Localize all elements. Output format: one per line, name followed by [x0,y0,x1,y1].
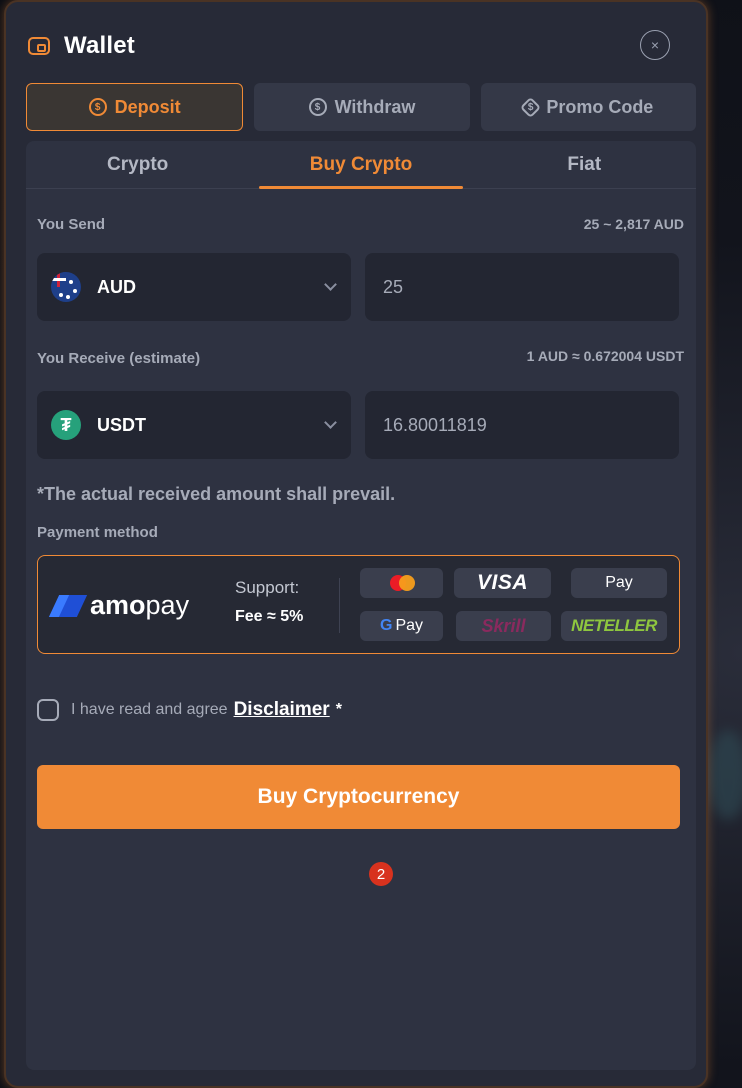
chevron-down-icon [324,416,337,429]
tab-withdraw-label: Withdraw [334,96,416,117]
chevron-down-icon [324,278,337,291]
google-g-icon: G [379,617,393,634]
australia-flag-icon [51,272,81,302]
neteller-logo: NETELLER [571,616,657,635]
send-range: 25 ~ 2,817 AUD [583,216,684,232]
receive-currency-select[interactable]: ₮ USDT [37,391,351,459]
payment-method-label: Payment method [37,524,158,541]
google-pay-label: Pay [395,617,424,634]
fee-label: Fee ≈ 5% [235,608,304,625]
background-glow [708,730,742,820]
receive-currency-code: USDT [97,414,146,435]
wallet-modal: Wallet × $ Deposit $ Withdraw $ Promo Co… [4,0,708,1088]
agree-checkbox[interactable] [37,699,59,721]
mastercard-badge [360,568,443,598]
send-currency-code: AUD [97,276,136,297]
visa-badge: VISA [454,568,551,598]
disclaimer-agreement: I have read and agree Disclaimer * [37,699,342,721]
apple-pay-badge: Pay [571,568,667,598]
payment-method-amopay[interactable]: amo pay Support: Fee ≈ 5% VISA Pay G Pay S… [37,555,680,654]
tether-icon: ₮ [51,410,81,440]
received-amount-note: *The actual received amount shall prevai… [37,484,396,504]
notification-badge[interactable]: 2 [369,862,393,886]
buy-cryptocurrency-button[interactable]: Buy Cryptocurrency [37,765,680,829]
deposit-sub-tabs: Crypto Buy Crypto Fiat [26,141,696,189]
exchange-rate: 1 AUD ≈ 0.672004 USDT [526,348,684,364]
modal-header: Wallet × [28,26,684,66]
amopay-logo: amo pay [48,590,189,621]
send-currency-select[interactable]: AUD [37,253,351,321]
tab-promo-code[interactable]: $ Promo Code [480,83,696,131]
send-label: You Send [37,216,106,233]
promo-icon: $ [520,96,542,118]
receive-label: You Receive (estimate) [37,350,201,367]
modal-title: Wallet [64,32,135,59]
agree-text: I have read and agree [71,701,228,718]
deposit-panel: Crypto Buy Crypto Fiat You Send 25 ~ 2,8… [26,141,696,1070]
tab-withdraw[interactable]: $ Withdraw [254,83,470,131]
tab-crypto[interactable]: Crypto [26,141,249,188]
send-amount-input[interactable] [365,253,679,321]
skrill-badge: Skrill [456,611,551,641]
receive-amount-input[interactable] [365,391,679,459]
google-pay-badge: G Pay [360,611,443,641]
amopay-mark-icon [48,594,88,617]
payment-divider [339,578,340,633]
deposit-icon: $ [88,98,107,116]
tab-buy-crypto[interactable]: Buy Crypto [249,141,472,189]
disclaimer-link[interactable]: Disclaimer [234,699,330,721]
support-label: Support: [235,578,300,597]
tab-promo-code-label: Promo Code [546,96,654,117]
close-button[interactable]: × [640,30,670,60]
required-marker: * [335,701,342,718]
tab-deposit[interactable]: $ Deposit [26,83,244,131]
tab-fiat[interactable]: Fiat [473,141,696,188]
wallet-tabs: $ Deposit $ Withdraw $ Promo Code [26,83,696,131]
apple-pay-label: Pay [605,574,633,591]
mastercard-icon [388,575,416,591]
wallet-icon [28,37,50,55]
visa-logo: VISA [476,571,528,594]
neteller-badge: NETELLER [561,611,667,641]
tab-deposit-label: Deposit [114,96,181,117]
withdraw-icon: $ [308,98,327,116]
skrill-logo: Skrill [481,615,526,636]
